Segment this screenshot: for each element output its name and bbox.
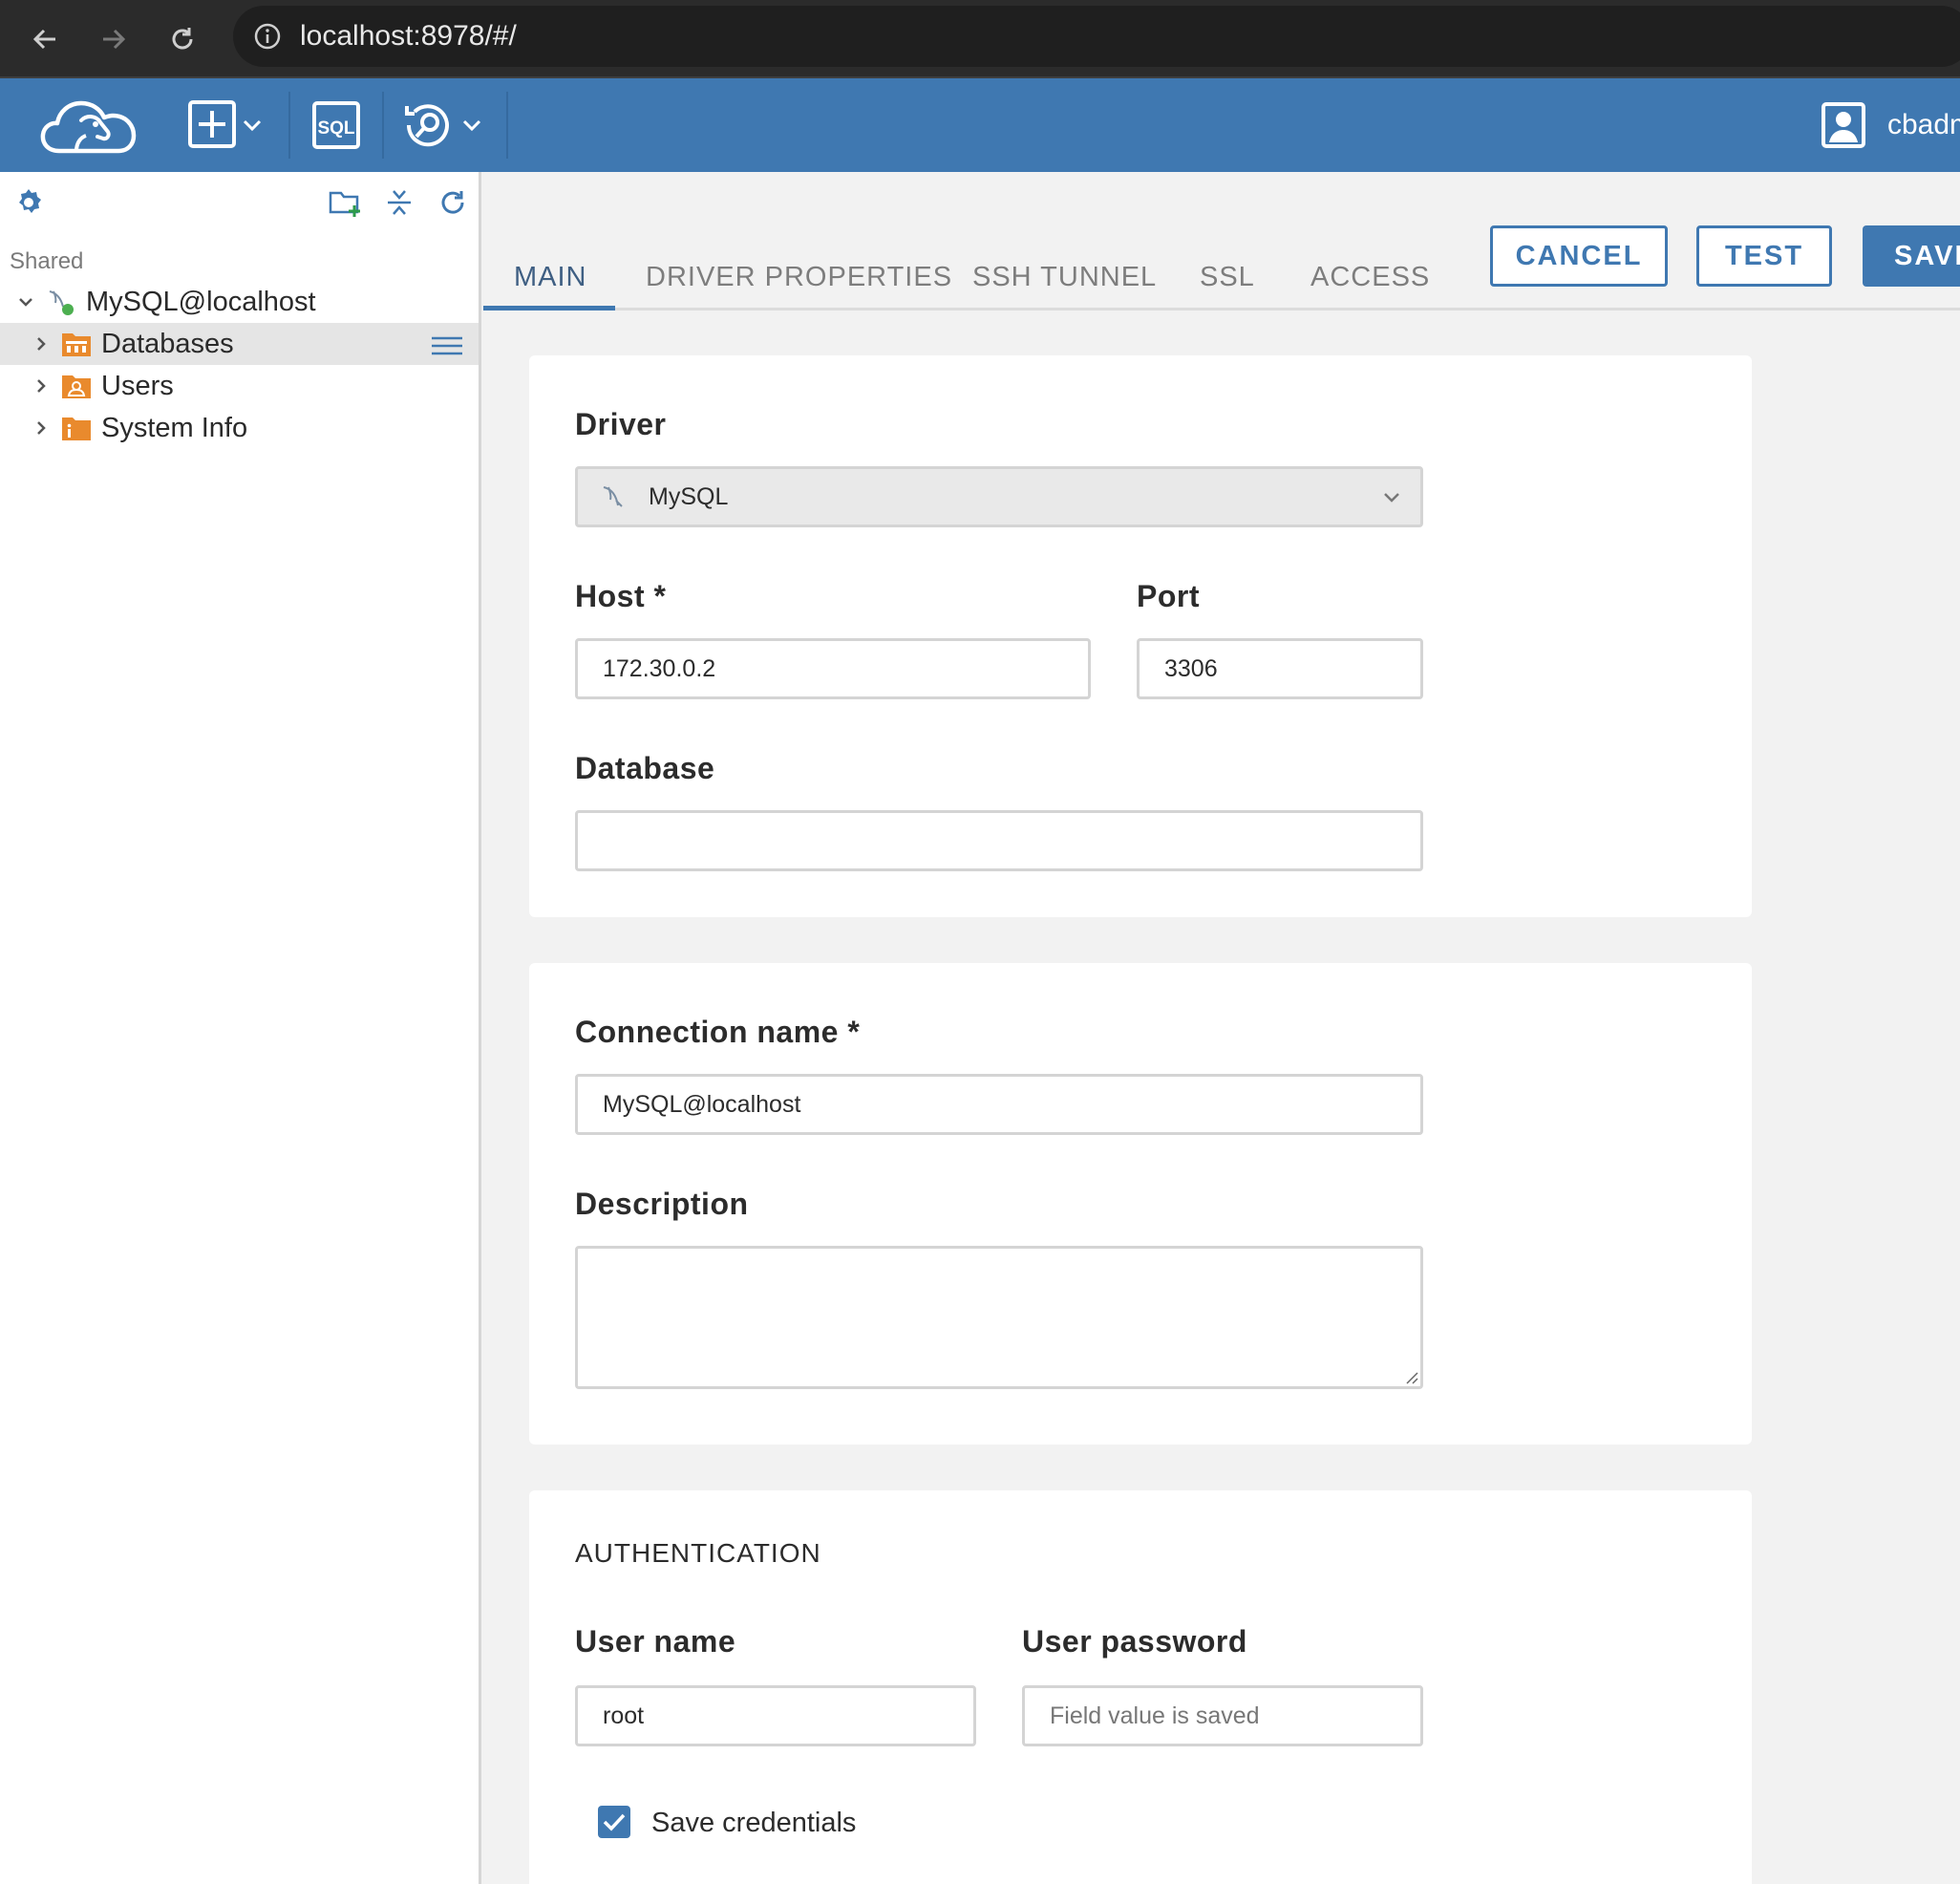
app-header: SQL cbadm xyxy=(0,78,1960,172)
tree-item-system-info[interactable]: System Info xyxy=(0,407,479,449)
checkmark-icon xyxy=(603,1813,626,1831)
settings-gear-icon[interactable] xyxy=(10,183,48,222)
url-text: localhost:8978/#/ xyxy=(300,20,517,52)
new-connection-icon xyxy=(188,100,262,148)
chevron-right-icon[interactable] xyxy=(29,332,53,356)
toolbar-divider xyxy=(506,92,508,159)
info-icon[interactable] xyxy=(248,17,287,55)
svg-text:SQL: SQL xyxy=(317,118,354,139)
reload-icon[interactable] xyxy=(157,13,208,65)
active-tab-indicator xyxy=(483,306,615,310)
database-label: Database xyxy=(575,751,715,785)
save-credentials-checkbox[interactable] xyxy=(598,1806,630,1838)
mysql-connection-icon xyxy=(46,288,76,316)
sql-editor-button[interactable]: SQL xyxy=(311,94,361,157)
tree-item-label: System Info xyxy=(101,412,248,443)
connection-name-label: Connection name * xyxy=(575,1015,861,1049)
system-info-folder-icon xyxy=(61,414,92,442)
new-connection-menu[interactable] xyxy=(187,94,267,157)
new-folder-icon[interactable] xyxy=(327,183,365,222)
cancel-button[interactable]: CANCEL xyxy=(1490,225,1668,287)
tree-item-label: Databases xyxy=(101,328,234,359)
tab-ssh-tunnel[interactable]: SSH TUNNEL xyxy=(972,262,1157,293)
description-textarea[interactable] xyxy=(575,1246,1423,1389)
chevron-right-icon[interactable] xyxy=(29,374,53,398)
driver-value: MySQL xyxy=(649,482,729,510)
dbeaver-logo[interactable] xyxy=(38,92,143,159)
tab-main[interactable]: MAIN xyxy=(514,262,587,293)
test-button[interactable]: TEST xyxy=(1696,225,1832,287)
status-dot xyxy=(62,304,74,315)
tree-item-users[interactable]: Users xyxy=(0,365,479,407)
browser-toolbar: localhost:8978/#/ xyxy=(0,0,1960,78)
forward-arrow-icon[interactable] xyxy=(88,13,139,65)
toolbar-divider xyxy=(288,92,290,159)
connection-name-input[interactable]: MySQL@localhost xyxy=(575,1074,1423,1135)
tools-icon xyxy=(405,104,481,147)
toolbar-divider xyxy=(382,92,384,159)
user-menu[interactable]: cbadm xyxy=(1821,99,1960,151)
resize-handle-icon[interactable] xyxy=(1403,1369,1418,1384)
refresh-icon[interactable] xyxy=(434,183,472,222)
authentication-card: AUTHENTICATION User name root User passw… xyxy=(529,1490,1752,1884)
connection-settings-card: Driver MySQL Host * 172.30.0.2 Port 3306… xyxy=(529,355,1752,917)
connection-info-card: Connection name * MySQL@localhost Descri… xyxy=(529,963,1752,1445)
tab-ssl[interactable]: SSL xyxy=(1200,262,1255,293)
chevron-right-icon[interactable] xyxy=(29,416,53,440)
driver-select[interactable]: MySQL xyxy=(575,466,1423,527)
tabs-divider xyxy=(483,308,1960,310)
back-arrow-icon[interactable] xyxy=(19,13,71,65)
host-label: Host * xyxy=(575,579,667,613)
tab-driver-properties[interactable]: DRIVER PROPERTIES xyxy=(646,262,952,293)
host-input[interactable]: 172.30.0.2 xyxy=(575,638,1091,699)
chevron-down-icon xyxy=(1382,488,1401,505)
chevron-down-icon[interactable] xyxy=(13,289,38,314)
sql-editor-icon: SQL xyxy=(312,101,360,149)
authentication-title: AUTHENTICATION xyxy=(575,1538,821,1568)
menu-icon[interactable] xyxy=(431,332,463,364)
user-name-input[interactable]: root xyxy=(575,1685,976,1746)
navigator-sidebar: Shared MySQL@localhost Databases Users S… xyxy=(0,172,481,1884)
connection-label: MySQL@localhost xyxy=(86,286,316,317)
tools-menu[interactable] xyxy=(401,94,487,157)
tree-item-label: Users xyxy=(101,370,174,401)
save-credentials-label[interactable]: Save credentials xyxy=(651,1808,856,1839)
save-button[interactable]: SAVE xyxy=(1863,225,1960,287)
user-password-input[interactable]: Field value is saved xyxy=(1022,1685,1423,1746)
user-name: cbadm xyxy=(1887,109,1960,140)
user-name-label: User name xyxy=(575,1624,736,1659)
users-folder-icon xyxy=(61,372,92,400)
tab-access[interactable]: ACCESS xyxy=(1310,262,1430,293)
group-label: Shared xyxy=(10,248,84,274)
description-label: Description xyxy=(575,1187,749,1221)
user-password-label: User password xyxy=(1022,1624,1247,1659)
collapse-all-icon[interactable] xyxy=(380,183,418,222)
driver-label: Driver xyxy=(575,407,667,441)
user-icon xyxy=(1822,102,1865,148)
port-input[interactable]: 3306 xyxy=(1137,638,1423,699)
mysql-driver-icon xyxy=(601,483,629,510)
database-input[interactable] xyxy=(575,810,1423,871)
databases-folder-icon xyxy=(61,330,92,358)
address-bar[interactable]: localhost:8978/#/ xyxy=(233,6,1960,67)
tree-item-databases[interactable]: Databases xyxy=(0,323,479,365)
tree-connection[interactable]: MySQL@localhost xyxy=(0,281,479,323)
port-label: Port xyxy=(1137,579,1200,613)
